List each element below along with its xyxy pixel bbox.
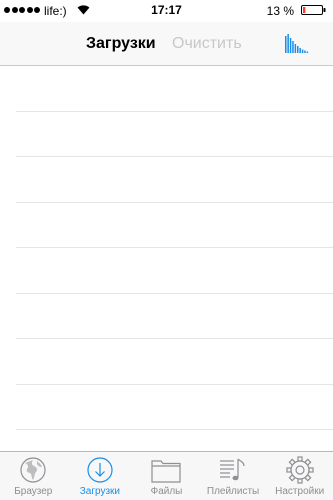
tab-browser[interactable]: Браузер (0, 452, 67, 500)
list-row (0, 203, 333, 249)
equalizer-icon[interactable] (285, 33, 309, 53)
tab-label: Загрузки (79, 486, 121, 497)
list-row (0, 248, 333, 294)
battery-percentage: 13 % (266, 4, 294, 18)
tab-files[interactable]: Файлы (133, 452, 200, 500)
tab-label: Файлы (150, 486, 183, 497)
playlist-icon (220, 458, 245, 481)
tab-label: Настройки (275, 486, 325, 497)
list-row (0, 66, 333, 112)
list-row (0, 157, 333, 203)
tab-downloads[interactable]: Загрузки (67, 452, 134, 500)
navigation-bar: Загрузки Очистить (0, 22, 333, 66)
downloads-list (0, 66, 333, 451)
tab-label: Браузер (14, 486, 53, 497)
downloads-screen: life:) 17:17 13 % Загрузки Очистить Брау… (0, 0, 333, 500)
battery-icon (301, 5, 326, 15)
gear-icon (286, 456, 314, 484)
tab-settings[interactable]: Настройки (266, 452, 333, 500)
globe-icon (20, 457, 46, 483)
list-row (0, 112, 333, 158)
download-icon (87, 457, 113, 483)
tab-label: Плейлисты (206, 486, 260, 497)
clear-button[interactable]: Очистить (172, 34, 242, 54)
list-row (0, 339, 333, 385)
list-row (0, 294, 333, 340)
folder-icon (151, 460, 182, 483)
tab-bar: Браузер Загрузки Файлы Плейлисты Настрой… (0, 451, 333, 500)
tab-playlists[interactable]: Плейлисты (200, 452, 267, 500)
status-bar: life:) 17:17 13 % (0, 0, 333, 22)
list-row (0, 385, 333, 431)
page-title: Загрузки (86, 35, 156, 52)
